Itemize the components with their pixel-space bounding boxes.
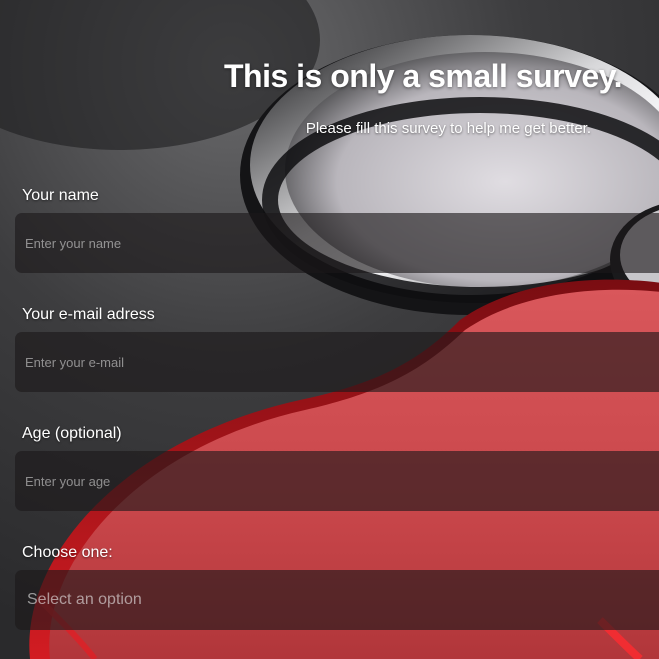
age-label: Age (optional) [22, 425, 122, 442]
age-input[interactable] [15, 451, 659, 511]
name-field-container [15, 213, 659, 273]
name-label: Your name [22, 187, 99, 204]
page-subtitle: Please fill this survey to help me get b… [305, 120, 591, 137]
page-title: This is only a small survey. [223, 58, 623, 94]
survey-form: This is only a small survey. Please fill… [0, 0, 659, 659]
option-select[interactable]: Select an option [15, 570, 659, 630]
option-select-value: Select an option [27, 591, 142, 608]
email-input[interactable] [15, 332, 659, 392]
email-field-container [15, 332, 659, 392]
email-label: Your e-mail adress [22, 306, 155, 323]
choice-label: Choose one: [22, 544, 113, 561]
age-field-container [15, 451, 659, 511]
name-input[interactable] [15, 213, 659, 273]
